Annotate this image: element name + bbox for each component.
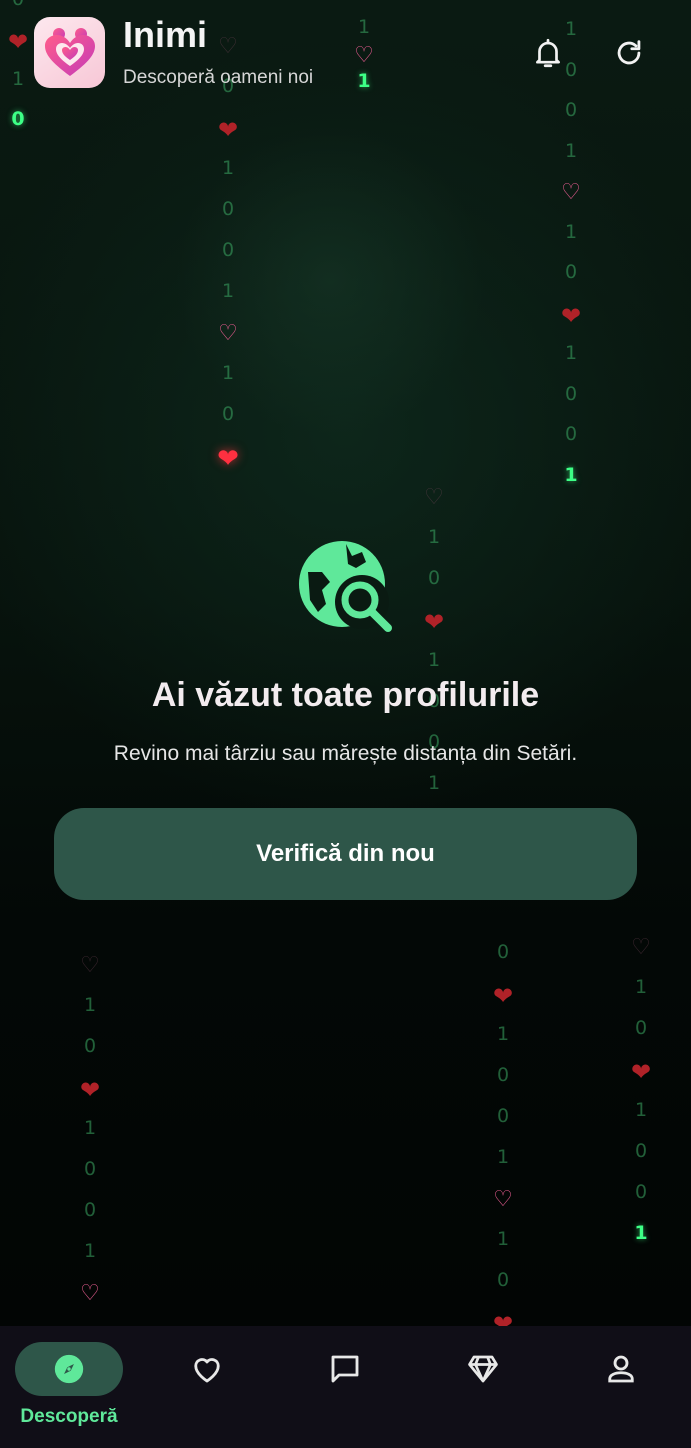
rain-glyph: 1 — [496, 1023, 510, 1045]
rain-glyph: 0 — [427, 567, 441, 589]
empty-state-description: Revino mai târziu sau mărește distanța d… — [113, 742, 578, 765]
globe-search-icon — [299, 541, 392, 632]
matrix-heart-rain-background: 0 ❤ 1 0 ♡ 0 ❤ 1 0 0 1 ♡ 1 0 ❤ 1 ♡ 1 1 0 0 1 ♡ 1 0 ❤ 1 0 0 1 ♡ 1 0 ❤ 1 0 0 1 ♡ ♡… — [0, 0, 691, 1326]
empty-state-illustration — [296, 538, 396, 638]
rain-glyph: 0 — [564, 99, 578, 121]
rain-glyph: 0 — [221, 239, 235, 261]
rain-glyph: 1 — [83, 994, 97, 1016]
rain-glyph: 1 — [496, 1228, 510, 1250]
compass-icon — [54, 1354, 84, 1384]
nav-active-indicator — [15, 1342, 123, 1396]
rain-glyph: 1 — [221, 280, 235, 302]
rain-glyph: 1 — [427, 649, 441, 671]
nav-item-premium[interactable] — [428, 1342, 538, 1442]
rain-glyph: 1 — [427, 772, 441, 794]
rain-glyph: ❤ — [423, 608, 445, 636]
rain-glyph: 1 — [221, 362, 235, 384]
rain-glyph: ❤ — [492, 1310, 514, 1326]
rain-glyph: ♡ — [218, 34, 238, 59]
rain-glyph: 1 — [564, 463, 578, 486]
rain-glyph: ❤ — [79, 1076, 101, 1104]
refresh-icon — [617, 40, 641, 65]
rain-glyph: ♡ — [424, 485, 444, 510]
rain-glyph: 0 — [496, 1105, 510, 1127]
rain-glyph: 0 — [3, 0, 33, 9]
rain-glyph: 1 — [357, 16, 371, 38]
empty-state-title: Ai văzut toate profilurile — [151, 676, 540, 714]
rain-glyph: ❤ — [217, 444, 239, 474]
rain-glyph: ♡ — [80, 953, 100, 978]
check-again-button[interactable]: Verifică din nou — [54, 808, 637, 900]
rain-glyph: 1 — [11, 68, 25, 90]
app-logo — [34, 17, 105, 88]
rain-glyph: 1 — [496, 1146, 510, 1168]
rain-glyph: 0 — [564, 423, 578, 445]
rain-glyph: 1 — [634, 1099, 648, 1121]
rain-glyph: 1 — [634, 976, 648, 998]
heart-couple-logo-icon — [44, 27, 95, 76]
rain-glyph: ❤ — [560, 301, 582, 330]
rain-glyph: 1 — [83, 1117, 97, 1139]
rain-glyph: ♡ — [561, 180, 581, 205]
rain-glyph: 1 — [427, 526, 441, 548]
rain-glyph: 0 — [221, 198, 235, 220]
nav-pill — [567, 1342, 675, 1396]
rain-glyph: ♡ — [493, 1187, 513, 1212]
nav-item-messages[interactable] — [290, 1342, 400, 1442]
rain-glyph: 1 — [564, 220, 578, 243]
profile-icon — [608, 1355, 634, 1383]
rain-glyph: 1 — [564, 342, 578, 364]
rain-glyph: ❤ — [7, 28, 29, 56]
rain-glyph: 0 — [83, 1199, 97, 1221]
rain-glyph: 0 — [634, 1140, 648, 1162]
rain-glyph: 0 — [634, 1017, 648, 1039]
rain-glyph: 0 — [496, 1064, 510, 1086]
rain-glyph: ❤ — [217, 116, 239, 144]
chat-icon — [331, 1355, 359, 1383]
rain-glyph: 1 — [634, 1222, 648, 1244]
nav-pill — [291, 1342, 399, 1396]
rain-glyph: 0 — [496, 941, 510, 963]
bell-icon — [536, 38, 560, 68]
rain-glyph: 1 — [83, 1240, 97, 1262]
nav-item-discover[interactable]: Descoperă — [14, 1342, 124, 1442]
app-title: Inimi — [123, 14, 208, 55]
rain-glyph: 0 — [83, 1035, 97, 1057]
nav-item-likes[interactable] — [152, 1342, 262, 1442]
rain-glyph: 1 — [564, 139, 578, 162]
rain-glyph: 0 — [221, 403, 235, 425]
rain-glyph: 0 — [11, 108, 25, 130]
rain-glyph: ❤ — [492, 982, 514, 1010]
nav-pill — [153, 1342, 261, 1396]
rain-glyph: ♡ — [218, 321, 238, 346]
diamond-icon — [468, 1355, 498, 1383]
rain-glyph: ♡ — [354, 43, 374, 68]
rain-glyph: 1 — [221, 157, 235, 179]
nav-pill — [429, 1342, 537, 1396]
nav-label-discover: Descoperă — [20, 1406, 118, 1427]
notifications-button[interactable] — [525, 30, 571, 76]
refresh-button[interactable] — [606, 30, 652, 76]
rain-glyph: ♡ — [80, 1281, 100, 1306]
nav-item-profile[interactable] — [566, 1342, 676, 1442]
rain-glyph: 0 — [634, 1181, 648, 1203]
rain-glyph: 0 — [83, 1158, 97, 1180]
rain-glyph: 0 — [496, 1269, 510, 1291]
rain-glyph: ♡ — [631, 935, 651, 960]
rain-glyph: 0 — [564, 382, 578, 405]
rain-glyph: 1 — [357, 70, 371, 92]
app-subtitle: Descoperă oameni noi — [123, 67, 314, 88]
rain-glyph: 0 — [564, 261, 578, 283]
rain-glyph: ❤ — [630, 1058, 652, 1086]
heart-icon — [194, 1358, 220, 1383]
bottom-navigation: Descoperă — [0, 1326, 691, 1448]
